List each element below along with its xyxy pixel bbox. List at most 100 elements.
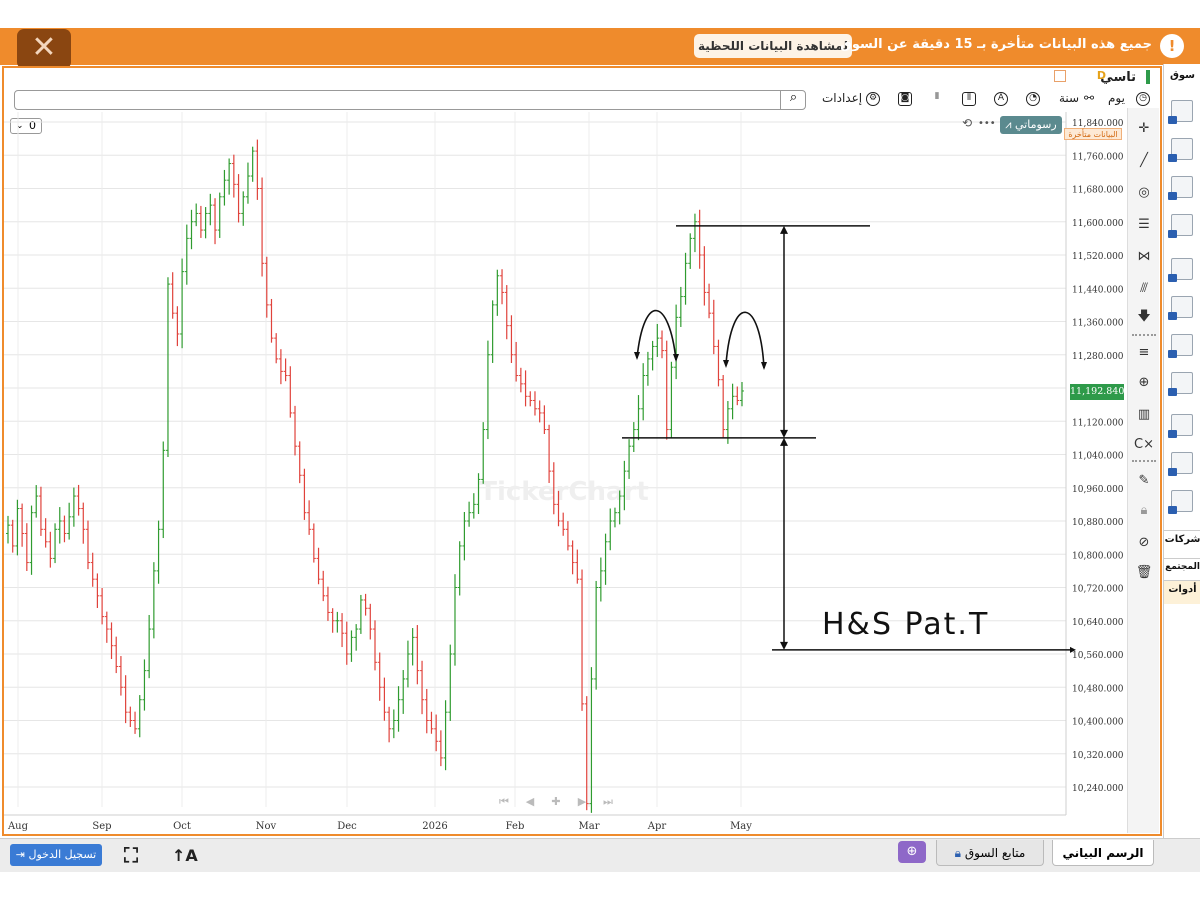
scroll-control[interactable]: ✚	[551, 795, 560, 808]
green-status-bar	[1146, 70, 1150, 84]
right-shoulder-arc[interactable]	[725, 311, 765, 369]
sidebar-widget-icon[interactable]	[1168, 138, 1193, 162]
close-icon[interactable]: ✕	[17, 29, 71, 69]
sidebar-widget-icon[interactable]	[1168, 258, 1193, 282]
sidebar-widget-icon[interactable]	[1168, 490, 1193, 514]
trash-icon[interactable]: 🗑︎	[1132, 562, 1156, 584]
auto-scale-icon[interactable]: A	[994, 92, 1008, 106]
arrowhead	[780, 641, 788, 650]
lock-icon[interactable]: 🔒︎	[1132, 500, 1156, 522]
trend-icon: ⩘	[1005, 118, 1012, 131]
magnet-icon[interactable]: ✎	[1132, 470, 1156, 492]
tab-market-watch[interactable]: متابع السوق 🔒︎	[936, 840, 1044, 866]
fibonacci-icon[interactable]: ☰	[1132, 214, 1156, 236]
delayed-data-label: البيانات متأخرة	[1064, 128, 1122, 140]
arrowhead	[761, 362, 767, 370]
my-drawings-label: رسوماتي	[1015, 118, 1057, 131]
sidebar-widget-icon[interactable]	[1168, 296, 1193, 320]
crosshair-icon[interactable]: ✛	[1132, 118, 1156, 140]
y-tick-label: 11,600.000	[1072, 219, 1124, 229]
scroll-control[interactable]: ⏭	[603, 795, 613, 808]
lock-icon	[1168, 506, 1177, 514]
x-tick-label: Oct	[173, 821, 191, 832]
arrowhead	[723, 360, 729, 368]
y-tick-label: 10,720.000	[1072, 585, 1124, 595]
scroll-control[interactable]: ⏮	[499, 795, 509, 808]
x-tick-label: Dec	[337, 821, 357, 832]
volume-profile-icon[interactable]: ▥	[1132, 404, 1156, 426]
login-button[interactable]: تسجيل الدخول ⇥	[10, 844, 102, 866]
scroll-control[interactable]: ◀	[526, 795, 535, 808]
indicators-icon[interactable]: ≡	[1132, 342, 1156, 364]
camera-icon[interactable]: ◙	[898, 92, 912, 106]
y-tick-label: 10,800.000	[1072, 551, 1124, 561]
bars-icon[interactable]: ⫴	[962, 92, 976, 106]
settings-icon[interactable]: ⚙	[866, 92, 880, 106]
circle-tool-icon[interactable]: ◎	[1132, 182, 1156, 204]
y-tick-label: 11,360.000	[1072, 319, 1124, 329]
lock-icon	[1168, 468, 1177, 476]
lock-icon	[1168, 274, 1177, 282]
add-tab-button[interactable]: ⊕	[898, 841, 926, 863]
arrow-down-icon[interactable]: 🡇	[1132, 306, 1156, 328]
y-tick-label: 11,440.000	[1072, 285, 1124, 295]
price-chart[interactable]: 11,840.00011,760.00011,680.00011,600.000…	[4, 112, 1124, 837]
zoom-icon[interactable]: ⊕	[1132, 372, 1156, 394]
pattern-icon[interactable]: ⋈	[1132, 246, 1156, 268]
x-tick-label: Aug	[7, 821, 29, 832]
copy-icon[interactable]	[1054, 70, 1066, 82]
tab-market[interactable]: سوق	[1164, 70, 1200, 81]
y-tick-label: 10,240.000	[1072, 784, 1124, 794]
tab-chart[interactable]: الرسم البياني	[1052, 840, 1154, 866]
sidebar-widget-icon[interactable]	[1168, 214, 1193, 238]
sync-icon[interactable]: ⟲	[962, 116, 972, 130]
day-period-button[interactable]: يوم	[1108, 91, 1125, 105]
x-tick-label: Apr	[647, 821, 667, 832]
symbol-search-input[interactable]	[14, 90, 806, 110]
hide-icon[interactable]: ⊘	[1132, 532, 1156, 554]
tab-tools[interactable]: أدوات	[1164, 580, 1200, 604]
scroll-control[interactable]: ▶	[578, 795, 587, 808]
sidebar-widget-icon[interactable]	[1168, 176, 1193, 200]
arrowhead	[780, 225, 788, 234]
more-options-dots[interactable]: •••	[978, 118, 996, 129]
x-tick-label: Mar	[579, 821, 600, 832]
y-tick-label: 11,280.000	[1072, 352, 1124, 362]
separator	[1132, 334, 1156, 336]
font-size-icon[interactable]: ↑A	[172, 846, 198, 865]
separator	[1132, 460, 1156, 462]
my-drawings-button[interactable]: رسوماتي ⩘	[1000, 116, 1062, 134]
arrowhead	[673, 354, 679, 362]
symbol-name[interactable]: تاسي	[1100, 70, 1136, 85]
sidebar-widget-icon[interactable]	[1168, 100, 1193, 124]
symbol-header: D تاسي	[1040, 68, 1160, 88]
lock-icon	[1168, 312, 1177, 320]
tab-companies[interactable]: شركات	[1164, 530, 1200, 545]
compare-icon[interactable]: C×	[1132, 434, 1156, 456]
right-sidebar: سوق شركات المجتمع أدوات	[1163, 64, 1200, 844]
live-data-button[interactable]: لمشاهدة البيانات اللحظية	[694, 34, 852, 58]
lock-icon	[1168, 350, 1177, 358]
search-icon[interactable]: ⌕	[780, 90, 806, 110]
top-strip	[0, 0, 1200, 28]
tab-community[interactable]: المجتمع	[1164, 558, 1200, 572]
year-range-button[interactable]: سنة	[1059, 91, 1079, 105]
x-tick-label: May	[730, 821, 752, 832]
sidebar-widget-icon[interactable]	[1168, 372, 1193, 396]
candles-icon[interactable]: ⦀	[930, 92, 944, 106]
x-tick-label: Sep	[92, 821, 111, 832]
sidebar-widget-icon[interactable]	[1168, 452, 1193, 476]
lock-icon	[1168, 154, 1177, 162]
clock-icon[interactable]: ◷	[1136, 92, 1150, 106]
chart-style-icon[interactable]: ◔	[1026, 92, 1040, 106]
pattern-label: H&S Pat.T	[822, 607, 989, 642]
link-icon[interactable]: ⚯	[1084, 91, 1094, 105]
arrowhead	[634, 352, 640, 360]
line-tool-icon[interactable]: ╱	[1132, 150, 1156, 172]
fullscreen-icon[interactable]: ⛶	[124, 843, 138, 867]
pitchfork-icon[interactable]: ⫻	[1132, 278, 1156, 300]
settings-button[interactable]: إعدادات	[822, 91, 862, 105]
sidebar-widget-icon[interactable]	[1168, 414, 1193, 438]
y-tick-label: 10,560.000	[1072, 651, 1124, 661]
sidebar-widget-icon[interactable]	[1168, 334, 1193, 358]
